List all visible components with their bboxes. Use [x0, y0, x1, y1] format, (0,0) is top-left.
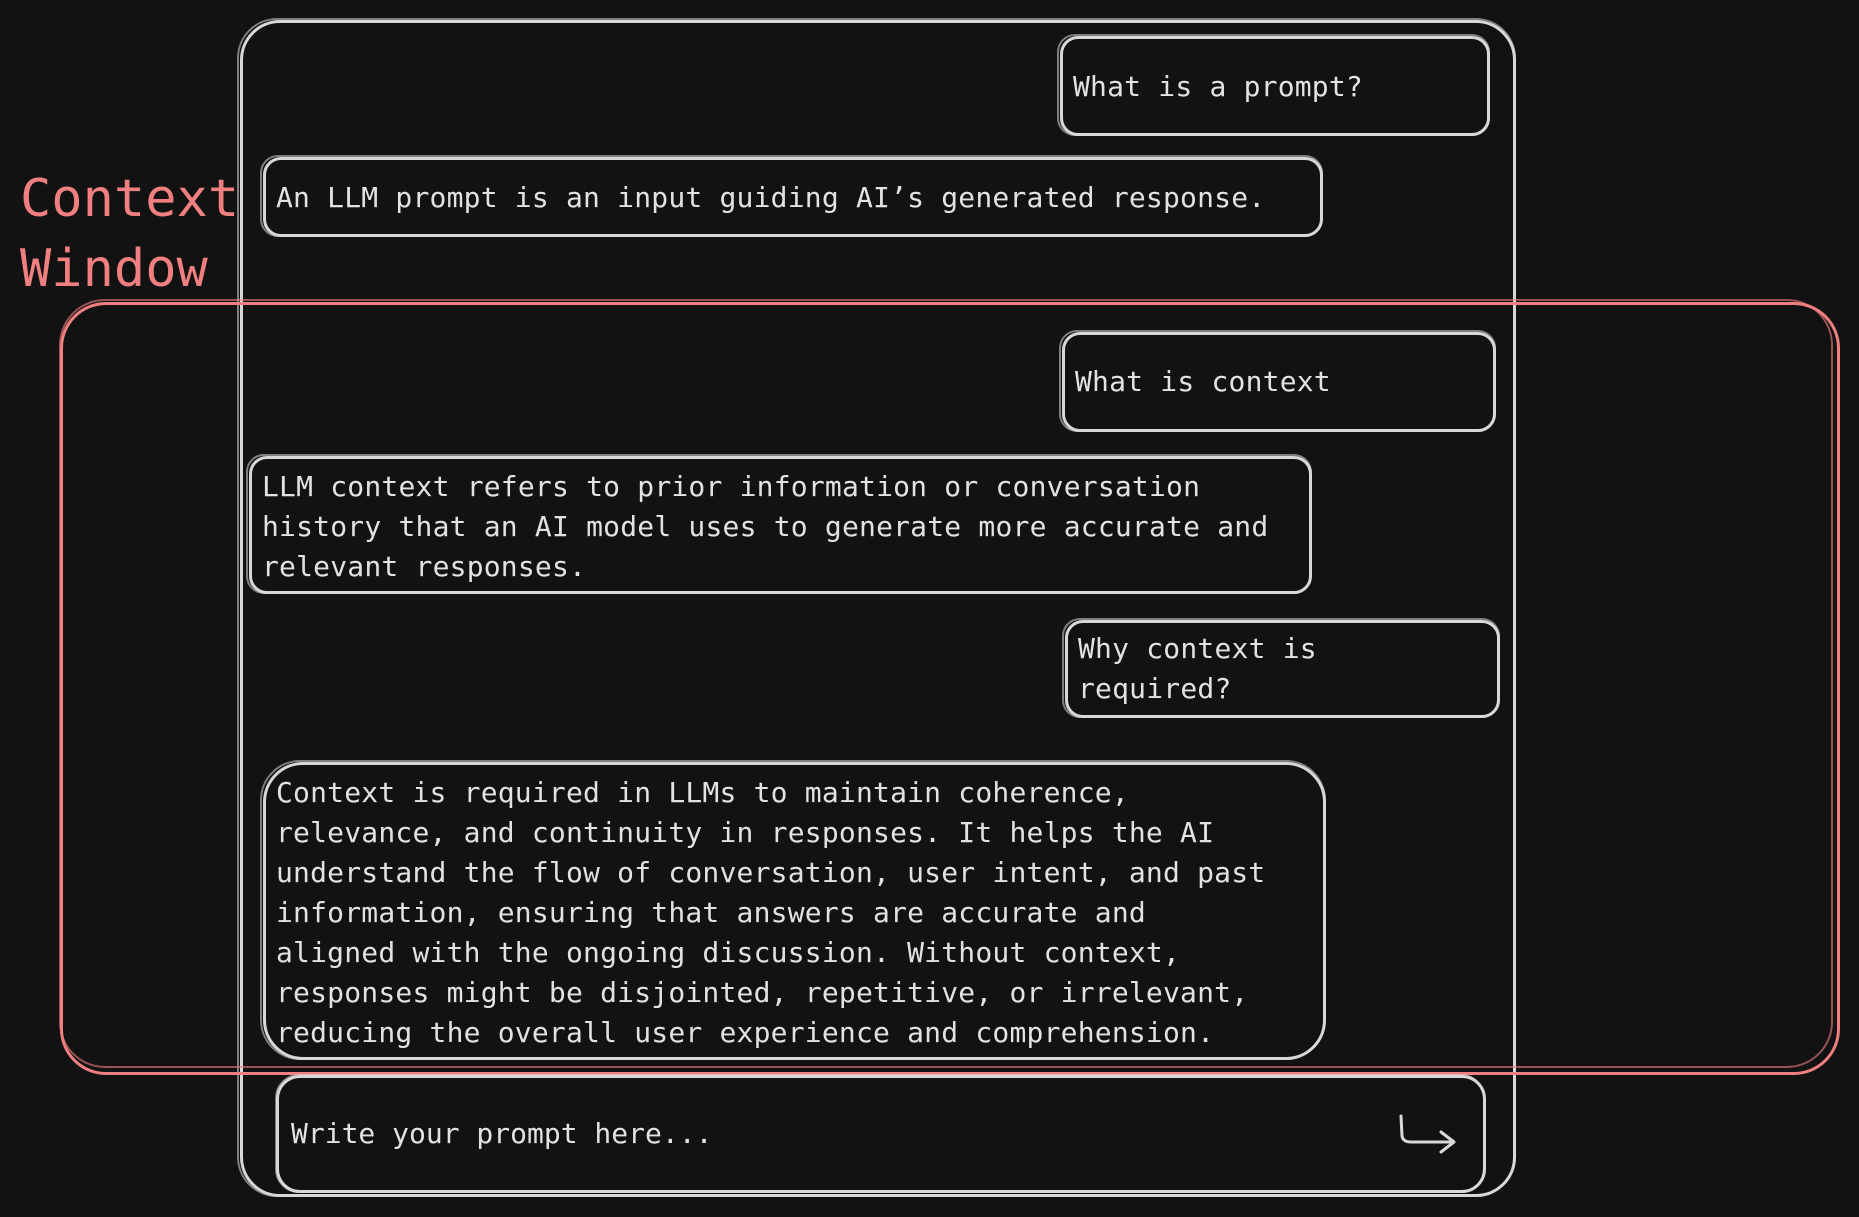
user-message-1: What is a prompt?: [1057, 34, 1490, 136]
prompt-input[interactable]: Write your prompt here...: [275, 1074, 1486, 1193]
context-window-label: Context Window: [20, 169, 240, 299]
assistant-message-3: Context is required in LLMs to maintain …: [260, 760, 1326, 1060]
assistant-message-1: An LLM prompt is an input guiding AI’s g…: [260, 155, 1323, 237]
assistant-message-2: LLM context refers to prior information …: [246, 454, 1312, 594]
send-arrow-icon[interactable]: [1391, 1112, 1461, 1162]
prompt-placeholder: Write your prompt here...: [291, 1117, 713, 1150]
user-message-3: Why context is required?: [1062, 618, 1500, 718]
user-message-2: What is context: [1059, 330, 1496, 432]
